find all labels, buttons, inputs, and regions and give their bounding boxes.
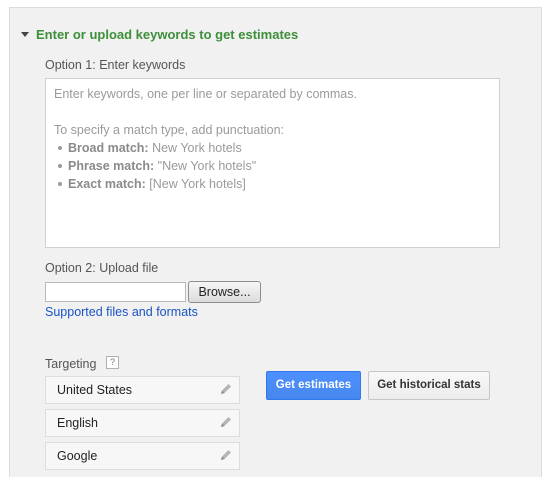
placeholder-line: To specify a match type, add punctuation… <box>54 123 284 137</box>
get-estimates-button[interactable]: Get estimates <box>266 371 361 400</box>
pencil-icon[interactable] <box>219 448 233 462</box>
supported-files-link[interactable]: Supported files and formats <box>45 305 198 319</box>
target-location[interactable]: United States <box>45 376 240 404</box>
option2-label: Option 2: Upload file <box>45 261 159 275</box>
placeholder-line: Enter keywords, one per line or separate… <box>54 87 357 101</box>
file-path-field[interactable] <box>45 282 186 302</box>
pencil-icon[interactable] <box>219 415 233 429</box>
triangle-down-icon <box>21 32 29 37</box>
target-language-label: English <box>57 416 98 430</box>
help-icon[interactable]: ? <box>106 356 119 369</box>
target-network-label: Google <box>57 449 98 463</box>
list-item: Exact match: [New York hotels] <box>58 175 491 193</box>
section-header-toggle[interactable]: Enter or upload keywords to get estimate… <box>21 26 298 42</box>
get-historical-stats-button[interactable]: Get historical stats <box>368 371 490 400</box>
pencil-icon[interactable] <box>219 382 233 396</box>
targeting-label: Targeting <box>45 357 97 371</box>
option1-label: Option 1: Enter keywords <box>45 58 186 72</box>
section-title: Enter or upload keywords to get estimate… <box>36 26 299 42</box>
target-location-label: United States <box>57 383 133 397</box>
browse-button[interactable]: Browse... <box>188 281 261 303</box>
target-network[interactable]: Google <box>45 442 240 470</box>
list-item: Phrase match: "New York hotels" <box>58 157 491 175</box>
match-type-list: Broad match: New York hotels Phrase matc… <box>54 139 491 193</box>
list-item: Broad match: New York hotels <box>58 139 491 157</box>
keywords-textarea[interactable]: Enter keywords, one per line or separate… <box>45 78 500 248</box>
target-language[interactable]: English <box>45 409 240 437</box>
